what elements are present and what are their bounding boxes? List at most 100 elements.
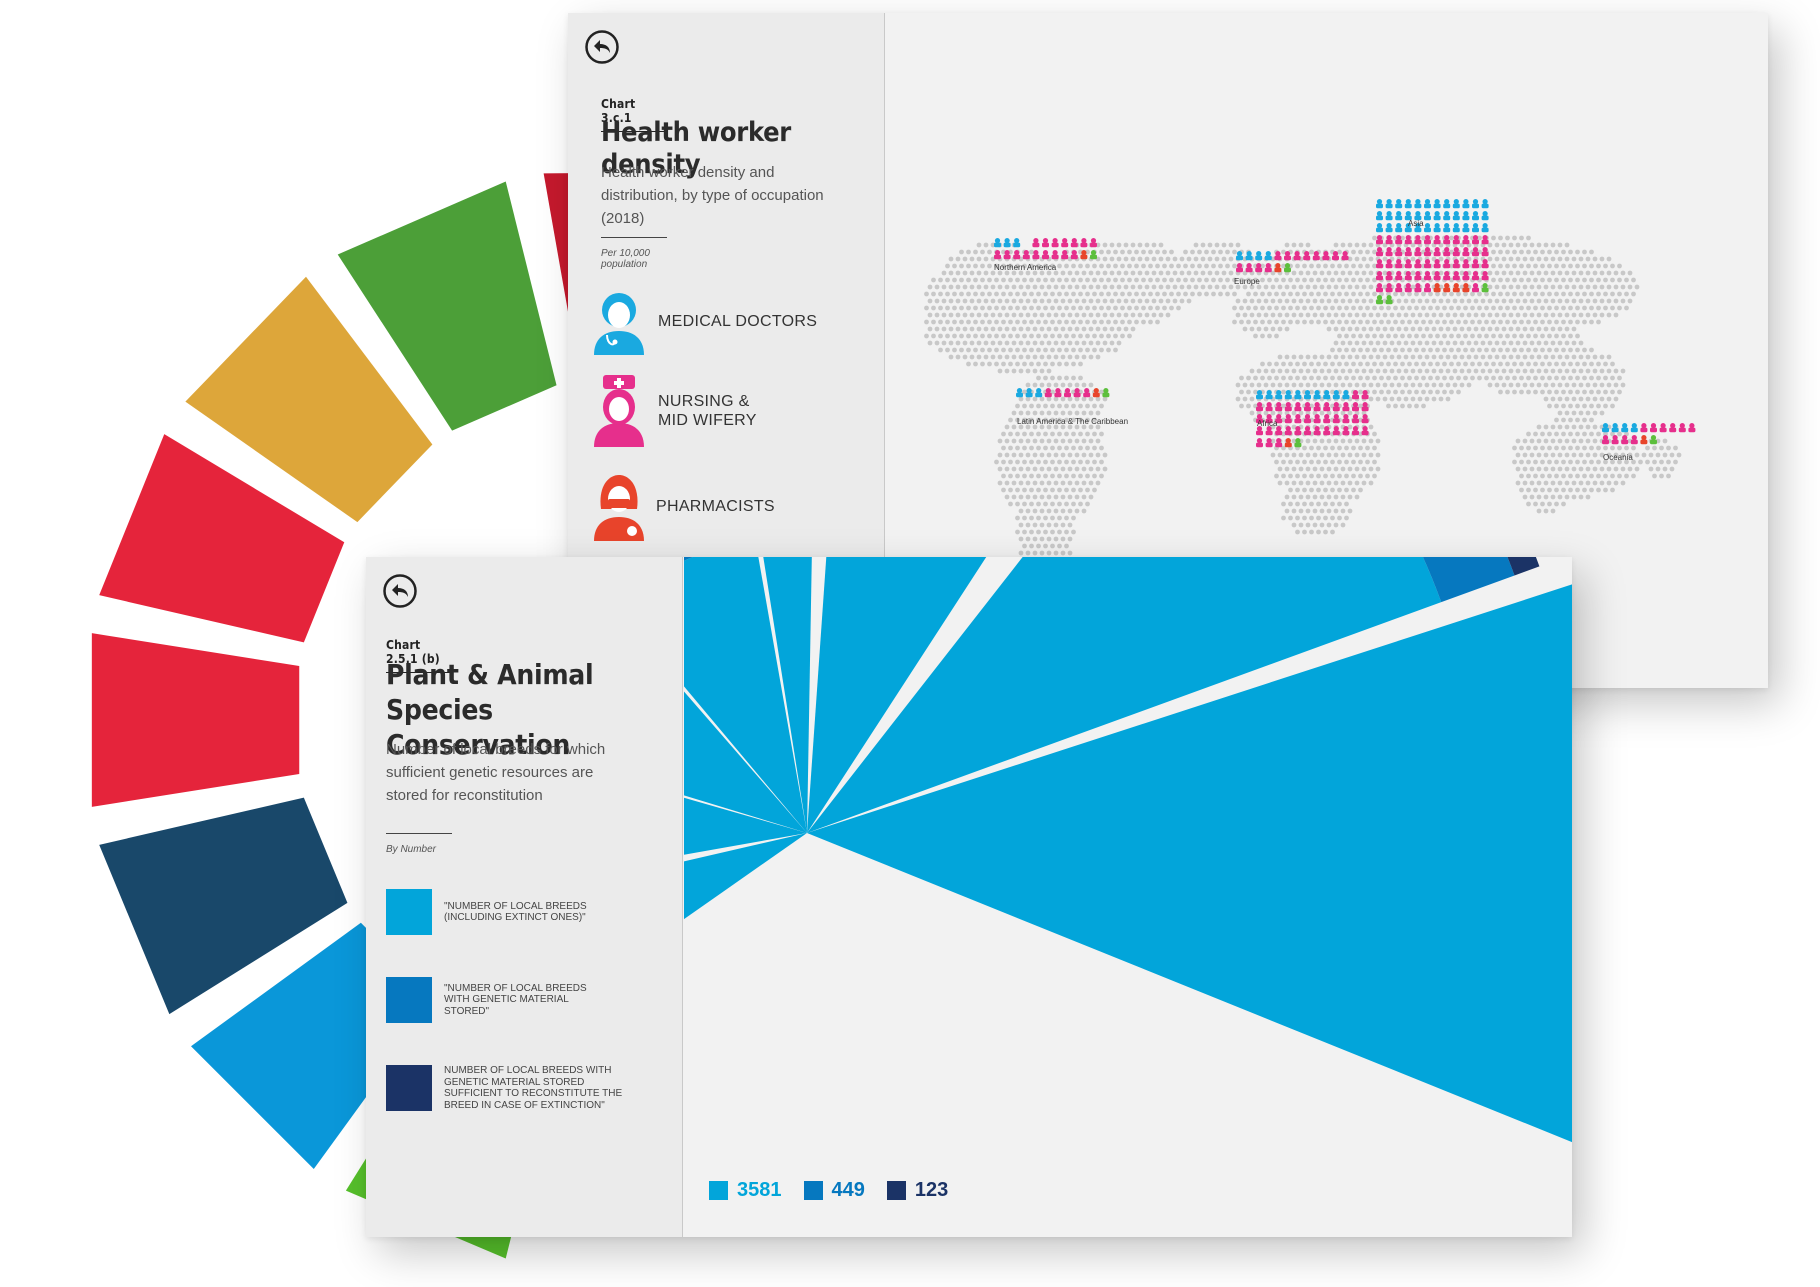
person-icon bbox=[1443, 223, 1451, 233]
person-icon bbox=[1414, 199, 1422, 209]
person-icon bbox=[1462, 223, 1470, 233]
person-icon bbox=[1481, 199, 1489, 209]
person-icon bbox=[1042, 238, 1049, 248]
legend-swatch bbox=[386, 889, 432, 935]
total-swatch-mid bbox=[803, 1181, 823, 1200]
person-icon bbox=[1042, 250, 1049, 260]
total-swatch-dark bbox=[886, 1181, 906, 1200]
person-icon bbox=[1256, 438, 1263, 448]
pharmacist-icon bbox=[594, 475, 644, 541]
legend-label: PHARMACISTS bbox=[656, 497, 775, 515]
legend-label: NURSING & MID WIFERY bbox=[658, 393, 757, 429]
person-icon bbox=[1376, 223, 1383, 233]
person-icon bbox=[1669, 423, 1677, 433]
person-icon bbox=[1433, 211, 1441, 221]
person-icon bbox=[1481, 223, 1489, 233]
person-icon bbox=[1452, 211, 1460, 221]
region-label-europe: Europe bbox=[1234, 277, 1260, 286]
person-icon bbox=[1424, 199, 1431, 209]
legend-item-material-stored: "NUMBER OF LOCAL BREEDS WITH GENETIC MAT… bbox=[386, 977, 594, 1023]
person-icon bbox=[1659, 423, 1667, 433]
legend-label: "NUMBER OF LOCAL BREEDS WITH GENETIC MAT… bbox=[444, 982, 587, 1017]
person-icon bbox=[1090, 238, 1097, 248]
person-icon bbox=[1462, 211, 1470, 221]
doctor-icon bbox=[594, 293, 644, 355]
person-icon bbox=[1472, 223, 1479, 233]
legend-item-sufficient: NUMBER OF LOCAL BREEDS WITH GENETIC MATE… bbox=[386, 1065, 644, 1111]
person-icon bbox=[1462, 235, 1470, 245]
person-icon bbox=[1452, 223, 1460, 233]
legend-medical-doctors: MEDICAL DOCTORS bbox=[590, 285, 817, 357]
total-swatch-light bbox=[709, 1181, 728, 1200]
person-icon bbox=[1395, 211, 1403, 221]
person-icon bbox=[1433, 223, 1441, 233]
legend-nursing-midwifery: NURSING & MID WIFERY bbox=[590, 373, 758, 449]
person-icon bbox=[1678, 423, 1686, 433]
land-dots bbox=[924, 235, 1682, 591]
person-icon bbox=[1080, 238, 1088, 248]
legend-swatch bbox=[386, 1065, 432, 1111]
person-icon bbox=[1621, 423, 1629, 433]
wheel-segment bbox=[91, 633, 300, 807]
chart-unit: By Number bbox=[386, 833, 452, 855]
person-icon bbox=[1472, 211, 1479, 221]
person-icon bbox=[1481, 211, 1489, 221]
legend-label: NUMBER OF LOCAL BREEDS WITH GENETIC MATE… bbox=[444, 1065, 623, 1111]
person-icon bbox=[1424, 223, 1431, 233]
person-icon bbox=[1433, 235, 1441, 245]
person-icon bbox=[1255, 251, 1263, 261]
person-icon bbox=[1424, 211, 1431, 221]
radial-bar-chart: Europe bbox=[684, 557, 1572, 1143]
person-icon bbox=[1385, 235, 1393, 245]
chart-unit: Per 10,000 population bbox=[601, 237, 667, 270]
person-icon bbox=[1385, 199, 1393, 209]
person-icon bbox=[1051, 250, 1059, 260]
chart-subtitle: Health worker density and distribution, … bbox=[601, 164, 824, 227]
person-icon bbox=[1452, 199, 1460, 209]
person-icon bbox=[1395, 199, 1403, 209]
region-label-asia: Asia bbox=[1408, 219, 1424, 228]
species-conservation-panel: Chart 2.5.1 (b) Plant & Animal Species C… bbox=[366, 557, 1572, 1237]
person-icon bbox=[1376, 199, 1383, 209]
back-arrow-icon[interactable] bbox=[584, 29, 620, 65]
person-icon bbox=[1385, 223, 1393, 233]
pictogram-northern-america bbox=[994, 238, 1097, 260]
person-icon bbox=[1640, 435, 1648, 445]
person-icon bbox=[1433, 199, 1441, 209]
person-icon bbox=[1472, 199, 1479, 209]
person-icon bbox=[1462, 199, 1470, 209]
person-icon bbox=[1650, 423, 1657, 433]
person-icon bbox=[1395, 223, 1403, 233]
region-label-latin-america: Latin America & The Caribbean bbox=[1017, 417, 1129, 426]
person-icon bbox=[1245, 263, 1253, 273]
back-arrow-icon[interactable] bbox=[382, 573, 418, 609]
person-icon bbox=[1003, 238, 1011, 248]
person-icon bbox=[1016, 388, 1023, 398]
person-icon bbox=[1443, 199, 1451, 209]
region-label-africa: Africa bbox=[1257, 419, 1278, 428]
species-sidebar: Chart 2.5.1 (b) Plant & Animal Species C… bbox=[366, 557, 683, 1237]
person-icon bbox=[1376, 211, 1383, 221]
person-icon bbox=[1385, 211, 1393, 221]
person-icon bbox=[1070, 238, 1078, 248]
legend-swatch bbox=[386, 977, 432, 1023]
totals-legend: 3581 449 123 bbox=[709, 1179, 948, 1202]
person-icon bbox=[1640, 423, 1648, 433]
person-icon bbox=[1013, 238, 1021, 248]
region-label-oceania: Oceania bbox=[1603, 453, 1633, 462]
nurse-icon bbox=[594, 375, 644, 447]
person-icon bbox=[1443, 211, 1451, 221]
total-value-sufficient: 123 bbox=[914, 1179, 949, 1201]
person-icon bbox=[1630, 423, 1638, 433]
person-icon bbox=[1688, 423, 1696, 433]
person-icon bbox=[1404, 199, 1412, 209]
person-icon bbox=[994, 238, 1001, 248]
pictogram-latin-america bbox=[1016, 388, 1110, 398]
total-value-stored: 449 bbox=[831, 1179, 865, 1201]
person-icon bbox=[1032, 238, 1040, 248]
chart-subtitle: Number of local breeds for which suffici… bbox=[386, 741, 606, 804]
person-icon bbox=[1061, 238, 1069, 248]
person-icon bbox=[1294, 414, 1302, 424]
legend-pharmacists: PHARMACISTS bbox=[590, 469, 775, 543]
region-label-northern-america: Northern America bbox=[994, 263, 1057, 272]
